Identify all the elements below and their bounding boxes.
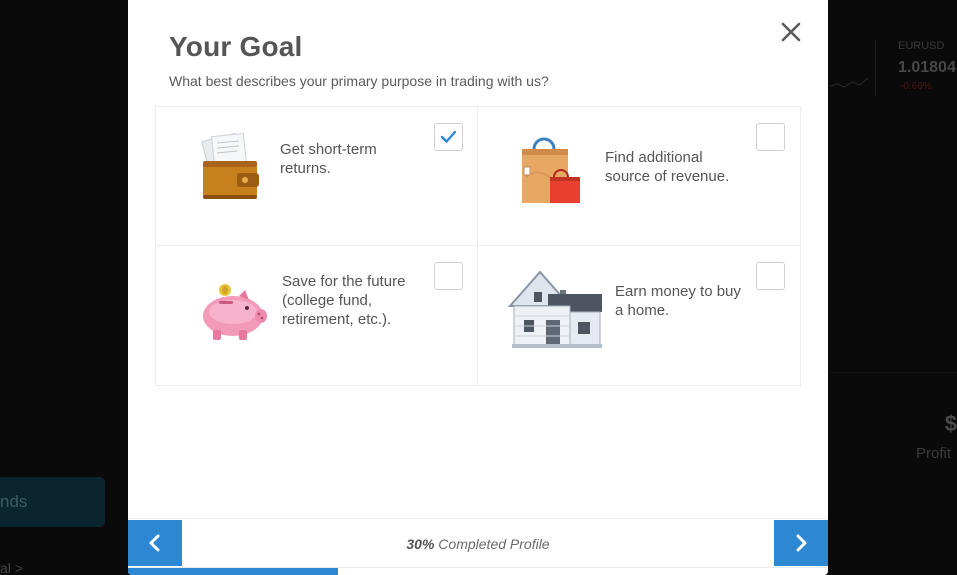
goal-options-grid: Get short-term returns. Find additional …	[155, 106, 801, 386]
background-panel-label: Profit	[916, 445, 952, 462]
background-link: al >	[0, 560, 23, 575]
modal-subtitle: What best describes your primary purpose…	[169, 73, 549, 89]
progress-bar-fill	[128, 568, 338, 575]
divider	[875, 40, 876, 96]
next-button[interactable]	[774, 520, 828, 566]
progress-label: 30% Completed Profile	[128, 536, 828, 552]
goal-checkbox[interactable]	[434, 123, 463, 151]
goal-option-short-term[interactable]: Get short-term returns.	[156, 107, 478, 246]
background-panel: $ Profit	[828, 372, 957, 472]
goal-option-revenue[interactable]: Find additional source of revenue.	[478, 107, 800, 246]
goal-option-home[interactable]: Earn money to buy a home.	[478, 246, 800, 385]
ticker-price: 1.01804	[898, 59, 956, 76]
piggy-bank-icon	[199, 282, 269, 347]
goal-option-label: Get short-term returns.	[280, 141, 377, 177]
ticker-symbol: EURUSD	[898, 40, 945, 52]
goal-option-label: Save for the future (college fund, retir…	[282, 273, 406, 328]
background-panel-value: $	[944, 411, 957, 436]
modal-footer: 30% Completed Profile	[128, 518, 828, 567]
progress-bar	[128, 567, 828, 575]
background-button: nds	[0, 477, 105, 527]
shopping-bags-icon	[518, 137, 588, 212]
checkmark-icon	[440, 130, 457, 143]
close-icon[interactable]	[777, 18, 805, 46]
wallet-icon	[199, 131, 263, 208]
goal-checkbox[interactable]	[756, 262, 785, 290]
goal-option-save-future[interactable]: Save for the future (college fund, retir…	[156, 246, 478, 385]
goal-checkbox[interactable]	[756, 123, 785, 151]
goal-option-label: Earn money to buy a home.	[615, 283, 741, 319]
background-button-label: nds	[0, 492, 28, 511]
background-ticker: EURUSD 1.01804 -0.66%	[830, 30, 957, 100]
house-icon	[507, 270, 604, 355]
progress-percent: 30%	[406, 536, 435, 552]
modal-title: Your Goal	[169, 31, 303, 62]
ticker-change: -0.66%	[900, 81, 932, 92]
progress-caption: Completed Profile	[434, 536, 550, 552]
sparkline-icon	[830, 77, 869, 88]
goal-checkbox[interactable]	[434, 262, 463, 290]
goal-option-label: Find additional source of revenue.	[605, 149, 730, 185]
chevron-right-icon	[796, 534, 807, 552]
goal-modal: Your Goal What best describes your prima…	[128, 0, 828, 575]
